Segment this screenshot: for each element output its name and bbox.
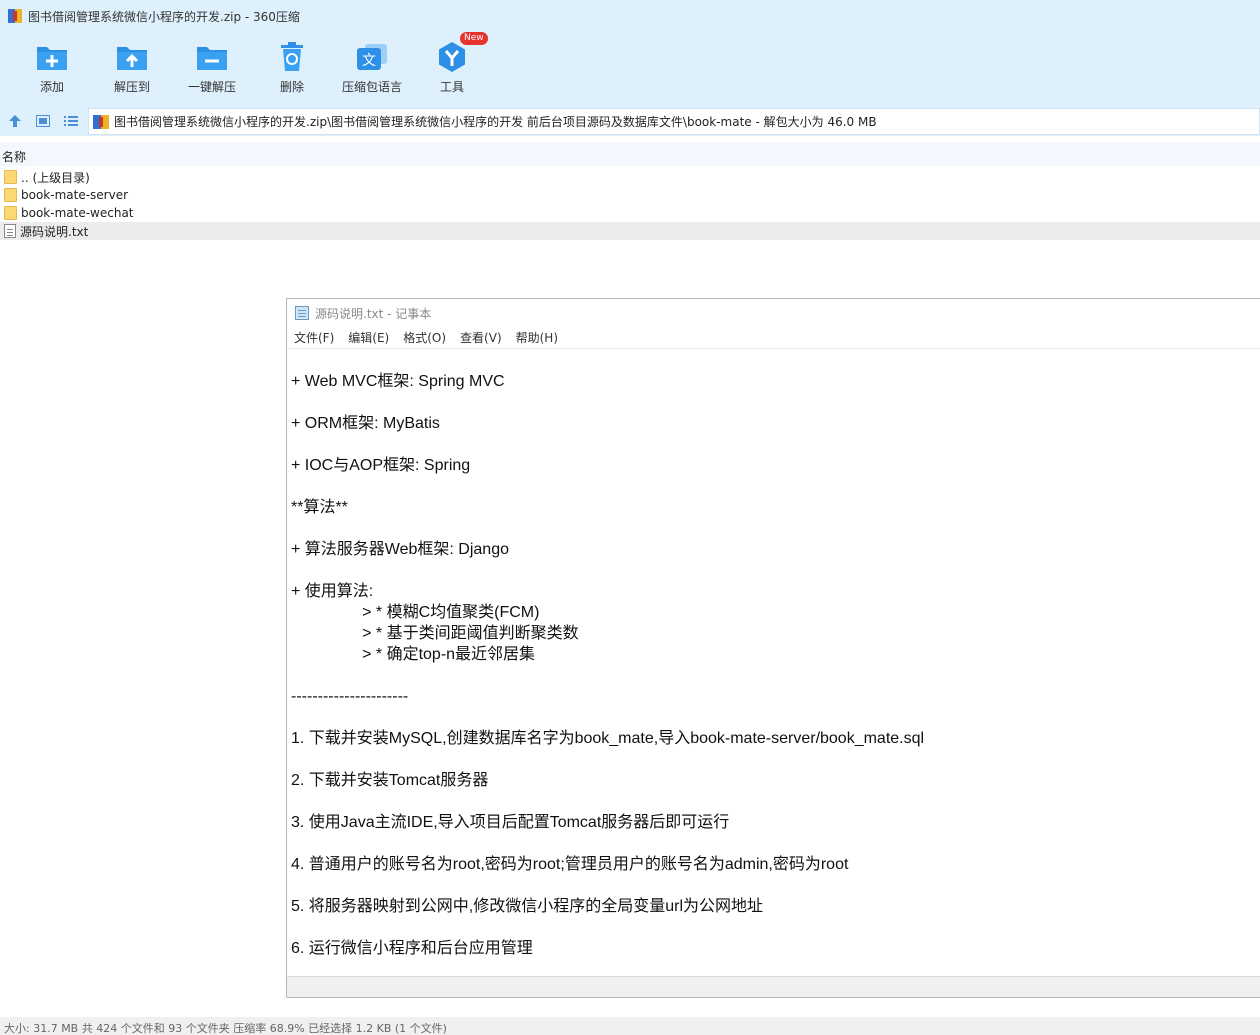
add-label: 添加: [39, 80, 64, 94]
thumbnail-view-icon[interactable]: [30, 108, 56, 134]
up-arrow-icon[interactable]: [2, 108, 28, 134]
text-line: 2. 下载并安装Tomcat服务器: [291, 772, 489, 789]
text-line: [291, 560, 1251, 581]
text-line: 1. 下载并安装MySQL,创建数据库名字为book_mate,导入book-m…: [291, 730, 925, 747]
list-view-icon[interactable]: [58, 108, 84, 134]
toolbar: 添加 解压到 一键解压 删除 文 压缩包语言 New 工具: [0, 32, 1260, 106]
new-badge: New: [460, 32, 488, 45]
notepad-window: 源码说明.txt - 记事本 文件(F) 编辑(E) 格式(O) 查看(V) 帮…: [286, 298, 1260, 998]
file-list: .. (上级目录) book-mate-server book-mate-wec…: [0, 168, 1260, 240]
text-line: ----------------------: [291, 688, 409, 705]
text-line: [291, 749, 1251, 770]
notepad-title-bar: 源码说明.txt - 记事本: [287, 299, 1260, 327]
tools-label: 工具: [439, 80, 464, 94]
text-line: > * 模糊C均值聚类(FCM): [291, 604, 540, 621]
text-line: [291, 707, 1251, 728]
file-name: .. (上级目录): [21, 170, 90, 185]
trash-icon: [275, 40, 309, 74]
text-line: + Web MVC框架: Spring MVC: [291, 373, 505, 390]
add-icon: [35, 40, 69, 74]
status-bar: 大小: 31.7 MB 共 424 个文件和 93 个文件夹 压缩率 68.9%…: [0, 1017, 1260, 1035]
archive-language-label: 压缩包语言: [341, 80, 402, 94]
archive-language-button[interactable]: 文 压缩包语言: [332, 32, 412, 102]
language-icon: 文: [355, 40, 389, 74]
text-line: [291, 476, 1251, 497]
zip-file-icon: [93, 114, 109, 130]
folder-icon: [4, 188, 17, 202]
list-item[interactable]: 源码说明.txt: [0, 222, 1260, 240]
text-line: > * 基于类间距阈值判断聚类数: [291, 625, 579, 642]
text-line: [291, 392, 1251, 413]
list-item[interactable]: book-mate-wechat: [0, 204, 1260, 222]
folder-icon: [4, 206, 17, 220]
text-line: [291, 833, 1251, 854]
extract-to-label: 解压到: [113, 80, 150, 94]
delete-button[interactable]: 删除: [252, 32, 332, 102]
list-item[interactable]: .. (上级目录): [0, 168, 1260, 186]
archive-app-icon: [8, 9, 22, 23]
notepad-icon: [295, 306, 309, 320]
notepad-text-area[interactable]: + Web MVC框架: Spring MVC + ORM框架: MyBatis +…: [291, 371, 1251, 959]
text-line: [291, 917, 1251, 938]
column-header-name[interactable]: 名称: [0, 142, 1260, 166]
tools-icon: [435, 40, 469, 74]
text-line: 4. 普通用户的账号名为root,密码为root;管理员用户的账号名为admin…: [291, 856, 849, 873]
one-click-extract-icon: [195, 40, 229, 74]
text-line: > * 确定top-n最近邻居集: [291, 646, 536, 663]
text-line: [291, 791, 1251, 812]
window-title: 图书借阅管理系统微信小程序的开发.zip - 360压缩: [28, 9, 300, 24]
text-line: 3. 使用Java主流IDE,导入项目后配置Tomcat服务器后即可运行: [291, 814, 730, 831]
text-line: [291, 875, 1251, 896]
extract-to-icon: [115, 40, 149, 74]
menu-file[interactable]: 文件(F): [294, 329, 334, 346]
text-line: + IOC与AOP框架: Spring: [291, 457, 471, 474]
text-line: 6. 运行微信小程序和后台应用管理: [291, 940, 533, 957]
text-line: 5. 将服务器映射到公网中,修改微信小程序的全局变量url为公网地址: [291, 898, 764, 915]
text-line: [291, 665, 1251, 686]
text-line: + 算法服务器Web框架: Django: [291, 541, 509, 558]
svg-text:文: 文: [362, 53, 376, 69]
notepad-menu-bar: 文件(F) 编辑(E) 格式(O) 查看(V) 帮助(H): [287, 327, 1260, 349]
text-line: **算法**: [291, 499, 348, 516]
menu-view[interactable]: 查看(V): [460, 329, 502, 346]
title-bar: 图书借阅管理系统微信小程序的开发.zip - 360压缩: [0, 0, 1260, 32]
file-name: book-mate-server: [21, 188, 129, 202]
horizontal-scrollbar[interactable]: [287, 976, 1260, 997]
extract-to-button[interactable]: 解压到: [92, 32, 172, 102]
one-click-extract-button[interactable]: 一键解压: [172, 32, 252, 102]
tools-button[interactable]: New 工具: [412, 32, 492, 102]
menu-format[interactable]: 格式(O): [403, 329, 446, 346]
add-button[interactable]: 添加: [12, 32, 92, 102]
address-bar[interactable]: 图书借阅管理系统微信小程序的开发.zip\图书借阅管理系统微信小程序的开发 前后…: [88, 108, 1260, 135]
text-line: [291, 434, 1251, 455]
menu-edit[interactable]: 编辑(E): [348, 329, 389, 346]
list-item[interactable]: book-mate-server: [0, 186, 1260, 204]
address-path: 图书借阅管理系统微信小程序的开发.zip\图书借阅管理系统微信小程序的开发 前后…: [114, 115, 877, 129]
file-name: 源码说明.txt: [20, 224, 89, 239]
file-name: book-mate-wechat: [21, 206, 134, 220]
menu-help[interactable]: 帮助(H): [516, 329, 558, 346]
text-line: [291, 518, 1251, 539]
text-file-icon: [4, 224, 16, 238]
notepad-title: 源码说明.txt - 记事本: [315, 306, 432, 321]
delete-label: 删除: [279, 80, 304, 94]
one-click-extract-label: 一键解压: [187, 80, 236, 94]
folder-icon: [4, 170, 17, 184]
text-line: + ORM框架: MyBatis: [291, 415, 440, 432]
text-line: + 使用算法:: [291, 583, 374, 600]
